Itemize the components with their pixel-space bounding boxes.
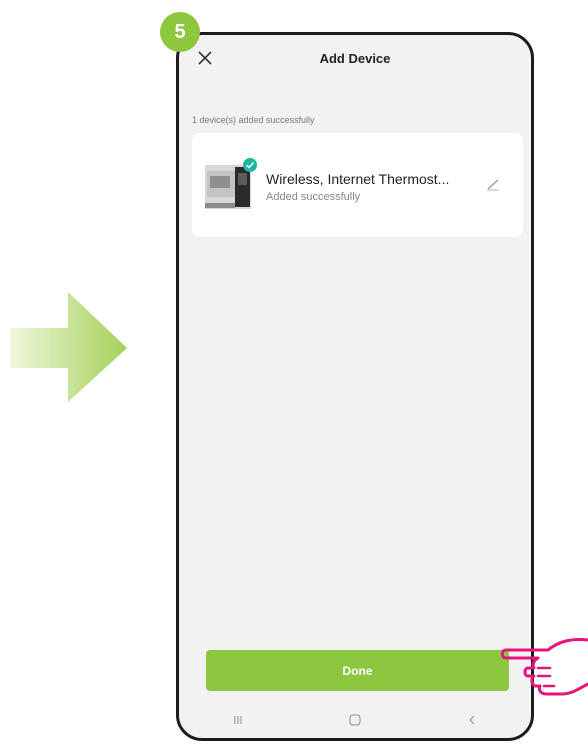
back-button[interactable] bbox=[452, 708, 492, 732]
done-button[interactable]: Done bbox=[206, 650, 509, 691]
page-title: Add Device bbox=[319, 51, 391, 66]
device-card[interactable]: Wireless, Internet Thermost... Added suc… bbox=[192, 133, 523, 237]
phone-screen: Add Device 1 device(s) added successfull… bbox=[176, 32, 534, 741]
check-icon bbox=[243, 158, 257, 172]
edit-icon[interactable] bbox=[486, 177, 500, 191]
system-nav-bar bbox=[179, 702, 531, 738]
home-icon bbox=[349, 714, 361, 726]
back-icon bbox=[469, 715, 475, 725]
device-name: Wireless, Internet Thermost... bbox=[266, 171, 450, 187]
recent-apps-button[interactable] bbox=[218, 708, 258, 732]
added-count-text: 1 device(s) added successfully bbox=[192, 115, 315, 125]
home-button[interactable] bbox=[335, 708, 375, 732]
right-arrow-icon bbox=[10, 292, 127, 402]
top-bar: Add Device bbox=[179, 35, 531, 83]
pointing-hand-icon bbox=[500, 638, 588, 696]
recent-apps-icon bbox=[234, 716, 242, 724]
step-number-badge: 5 bbox=[160, 12, 200, 52]
device-status: Added successfully bbox=[266, 191, 361, 203]
